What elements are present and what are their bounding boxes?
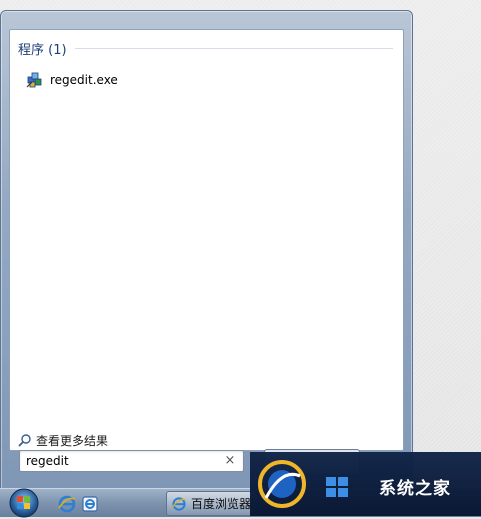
start-search-input[interactable]: [20, 451, 215, 471]
watermark-text: 系统之家: [379, 479, 451, 499]
start-button[interactable]: [4, 487, 44, 519]
see-more-label: 查看更多结果: [36, 433, 109, 448]
clear-search-button[interactable]: ×: [223, 453, 237, 469]
watermark-windows-icon: [326, 477, 348, 497]
results-group-header: 程序 (1): [18, 38, 393, 58]
search-icon: [18, 434, 31, 447]
taskbar-item-browser[interactable]: 百度浏览器: [166, 491, 258, 516]
regedit-icon: [26, 72, 42, 88]
ie-quicklaunch-icon[interactable]: [57, 494, 77, 514]
taskbar-item-label: 百度浏览器: [191, 497, 252, 511]
watermark-logo-icon: [258, 460, 306, 508]
watermark-logo: 系统之家: [250, 452, 481, 516]
see-more-results-link[interactable]: 查看更多结果: [18, 431, 108, 449]
search-results-pane: 程序 (1) regedit.exe 查看更多结果: [9, 29, 404, 451]
ie-icon: [172, 496, 186, 511]
start-search-box[interactable]: ×: [19, 450, 244, 472]
group-title: 程序 (1): [18, 42, 67, 58]
group-divider: [74, 47, 393, 49]
start-menu: 程序 (1) regedit.exe 查看更多结果 ×: [0, 10, 413, 492]
result-label: regedit.exe: [50, 73, 118, 87]
explorer-quicklaunch-icon[interactable]: [80, 494, 100, 514]
result-item-regedit[interactable]: regedit.exe: [26, 70, 124, 90]
